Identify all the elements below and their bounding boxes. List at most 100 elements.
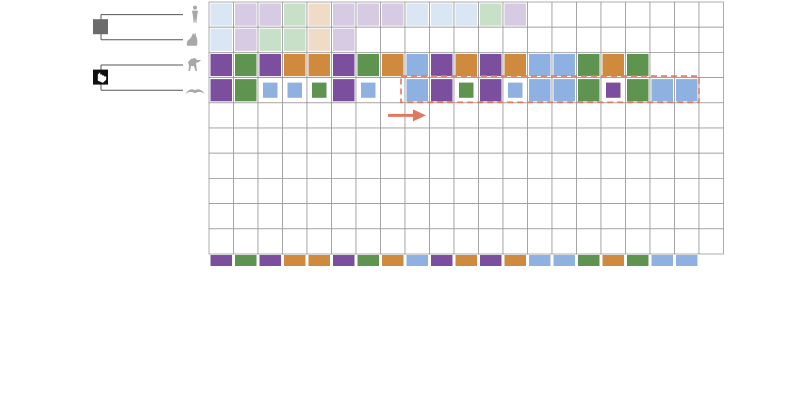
grid-cell[interactable] xyxy=(674,102,700,129)
grid-cell[interactable] xyxy=(527,152,553,179)
residue-light_green[interactable] xyxy=(259,28,282,51)
grid-cell[interactable] xyxy=(208,228,234,255)
residue-blue[interactable] xyxy=(676,79,698,102)
grid-cell[interactable] xyxy=(649,152,675,179)
grid-cell[interactable] xyxy=(478,203,504,230)
grid-cell[interactable] xyxy=(453,177,479,204)
grid-cell[interactable] xyxy=(576,1,602,28)
grid-cell[interactable] xyxy=(600,127,626,154)
grid-cell[interactable] xyxy=(502,228,528,255)
grid-cell[interactable] xyxy=(233,228,259,255)
grid-cell[interactable] xyxy=(257,127,283,154)
grid-cell[interactable] xyxy=(380,152,406,179)
residue-purple[interactable] xyxy=(333,53,355,77)
grid-cell[interactable] xyxy=(404,152,430,179)
residue-light_purple[interactable] xyxy=(259,3,282,26)
residue-small-blue[interactable] xyxy=(508,82,523,98)
grid-cell[interactable] xyxy=(527,177,553,204)
residue-orange[interactable] xyxy=(308,53,331,77)
grid-cell[interactable] xyxy=(404,228,430,255)
residue-small-purple[interactable] xyxy=(606,82,621,98)
grid-cell[interactable] xyxy=(453,228,479,255)
grid-cell[interactable] xyxy=(233,177,259,204)
grid-cell[interactable] xyxy=(625,203,651,230)
residue-orange[interactable] xyxy=(382,53,404,77)
residue-purple[interactable] xyxy=(259,53,282,77)
grid-cell[interactable] xyxy=(698,152,724,179)
grid-cell[interactable] xyxy=(576,26,602,53)
grid-cell[interactable] xyxy=(698,1,724,28)
grid-cell[interactable] xyxy=(282,177,308,204)
residue-light_blue[interactable] xyxy=(210,28,233,51)
grid-cell[interactable] xyxy=(625,177,651,204)
grid-cell[interactable] xyxy=(674,1,700,28)
grid-cell[interactable] xyxy=(355,152,381,179)
residue-green[interactable] xyxy=(627,79,649,102)
grid-cell[interactable] xyxy=(576,177,602,204)
grid-cell[interactable] xyxy=(306,203,332,230)
grid-cell[interactable] xyxy=(453,127,479,154)
grid-cell[interactable] xyxy=(551,228,577,255)
residue-light_purple[interactable] xyxy=(235,28,257,51)
grid-cell[interactable] xyxy=(429,228,455,255)
grid-cell[interactable] xyxy=(453,102,479,129)
grid-cell[interactable] xyxy=(257,152,283,179)
grid-cell[interactable] xyxy=(306,228,332,255)
grid-cell[interactable] xyxy=(331,228,357,255)
grid-cell[interactable] xyxy=(576,228,602,255)
residue-blue[interactable] xyxy=(651,79,674,102)
grid-cell[interactable] xyxy=(306,102,332,129)
grid-cell[interactable] xyxy=(208,102,234,129)
grid-cell[interactable] xyxy=(257,177,283,204)
grid-cell[interactable] xyxy=(600,203,626,230)
grid-cell[interactable] xyxy=(429,102,455,129)
residue-green[interactable] xyxy=(578,53,600,77)
residue-orange[interactable] xyxy=(602,53,625,77)
grid-cell[interactable] xyxy=(551,177,577,204)
residue-orange[interactable] xyxy=(504,53,527,77)
residue-green[interactable] xyxy=(578,79,600,102)
residue-small-green[interactable] xyxy=(459,82,474,98)
residue-light_orange[interactable] xyxy=(308,28,331,51)
grid-cell[interactable] xyxy=(306,177,332,204)
grid-cell[interactable] xyxy=(698,52,724,79)
grid-cell[interactable] xyxy=(649,203,675,230)
grid-cell[interactable] xyxy=(282,152,308,179)
grid-cell[interactable] xyxy=(698,228,724,255)
grid-cell[interactable] xyxy=(674,26,700,53)
grid-cell[interactable] xyxy=(355,102,381,129)
grid-cell[interactable] xyxy=(649,102,675,129)
grid-cell[interactable] xyxy=(674,127,700,154)
grid-cell[interactable] xyxy=(600,152,626,179)
grid-cell[interactable] xyxy=(478,228,504,255)
grid-cell[interactable] xyxy=(600,1,626,28)
grid-cell[interactable] xyxy=(257,203,283,230)
grid-cell[interactable] xyxy=(257,102,283,129)
residue-small-blue[interactable] xyxy=(287,82,303,98)
residue-green[interactable] xyxy=(235,79,257,102)
grid-cell[interactable] xyxy=(233,203,259,230)
residue-orange[interactable] xyxy=(455,53,478,77)
grid-cell[interactable] xyxy=(429,203,455,230)
residue-blue[interactable] xyxy=(553,53,576,77)
grid-cell[interactable] xyxy=(502,102,528,129)
grid-cell[interactable] xyxy=(429,127,455,154)
residue-blue[interactable] xyxy=(529,53,551,77)
grid-cell[interactable] xyxy=(551,127,577,154)
residue-light_green[interactable] xyxy=(284,28,306,51)
grid-cell[interactable] xyxy=(380,127,406,154)
residue-light_blue[interactable] xyxy=(431,3,453,26)
residue-light_blue[interactable] xyxy=(455,3,478,26)
grid-cell[interactable] xyxy=(625,26,651,53)
residue-blue[interactable] xyxy=(406,79,429,102)
grid-cell[interactable] xyxy=(282,127,308,154)
grid-cell[interactable] xyxy=(502,203,528,230)
grid-cell[interactable] xyxy=(331,203,357,230)
grid-cell[interactable] xyxy=(625,228,651,255)
grid-cell[interactable] xyxy=(331,177,357,204)
grid-cell[interactable] xyxy=(208,177,234,204)
grid-cell[interactable] xyxy=(625,152,651,179)
grid-cell[interactable] xyxy=(478,127,504,154)
grid-cell[interactable] xyxy=(478,102,504,129)
grid-cell[interactable] xyxy=(698,77,724,104)
